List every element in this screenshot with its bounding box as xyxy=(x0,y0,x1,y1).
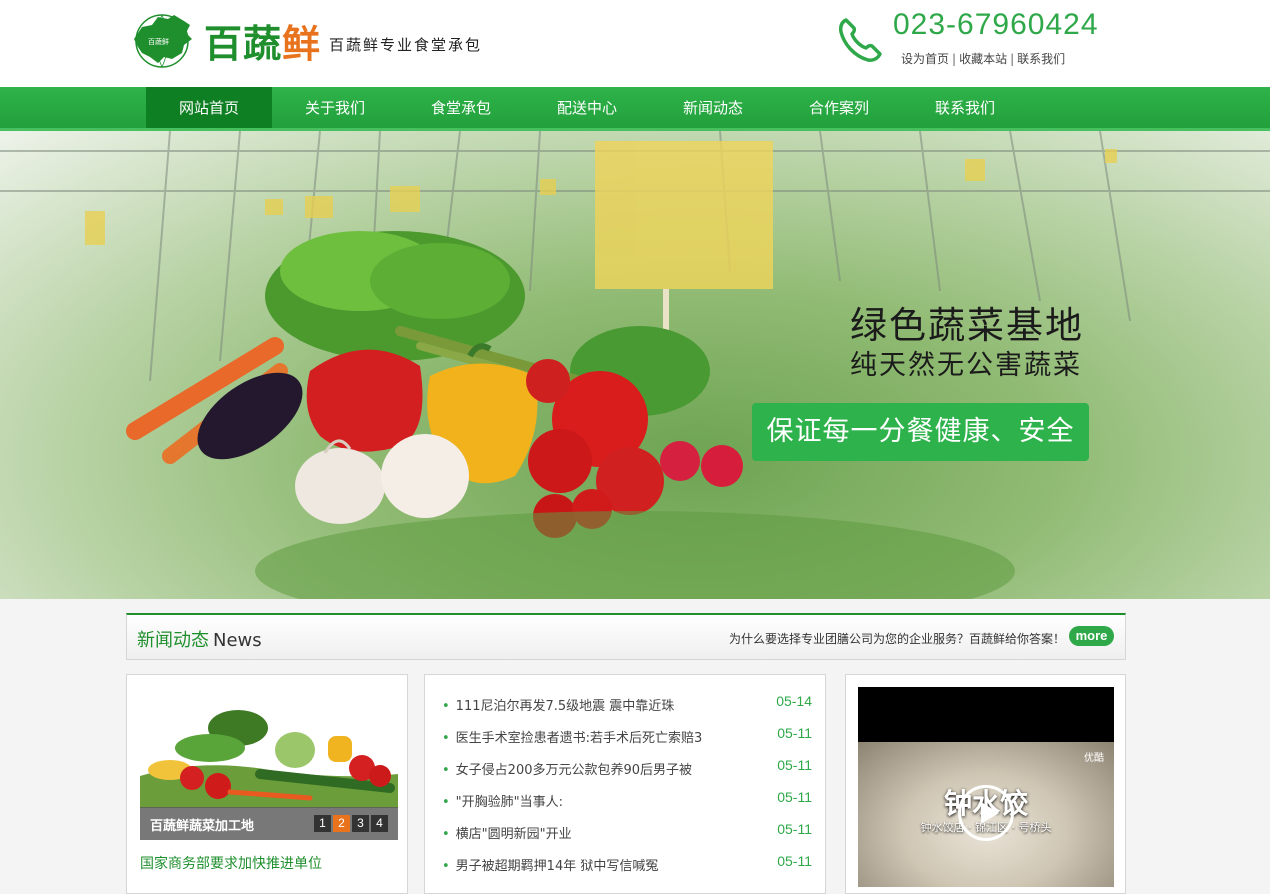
bullet-icon: • xyxy=(442,795,450,810)
play-icon[interactable] xyxy=(958,785,1014,841)
news-date: 05-11 xyxy=(777,853,812,869)
hero-banner[interactable]: 绿色蔬菜基地 纯天然无公害蔬菜 保证每一分餐健康、安全 xyxy=(0,131,1270,599)
phone-icon xyxy=(839,18,882,62)
news-date: 05-11 xyxy=(777,789,812,805)
feature-link[interactable]: 国家商务部要求加快推进单位 xyxy=(140,853,322,873)
pager-item-1[interactable]: 1 xyxy=(314,815,331,832)
news-title[interactable]: 女子侵占200多万元公款包养90后男子被 xyxy=(456,763,692,778)
news-item[interactable]: • 横店"圆明新园"开业 05-11 xyxy=(442,821,812,855)
news-title[interactable]: 男子被超期羁押14年 狱中写信喊冤 xyxy=(456,859,659,874)
bullet-icon: • xyxy=(442,827,450,842)
news-date: 05-11 xyxy=(777,821,812,837)
news-item[interactable]: • 男子被超期羁押14年 狱中写信喊冤 05-11 xyxy=(442,853,812,887)
site-logo[interactable]: 百蔬鲜 百蔬鲜 百蔬鲜专业食堂承包 xyxy=(128,10,508,70)
nav-item-about[interactable]: 关于我们 xyxy=(272,87,398,128)
banner-subtitle: 纯天然无公害蔬菜 xyxy=(850,350,1082,381)
nav-item-delivery[interactable]: 配送中心 xyxy=(524,87,650,128)
news-list-panel: • 111尼泊尔再发7.5级地震 震中靠近珠 05-14 • 医生手术室捡患者遗书:若… xyxy=(424,674,826,894)
video-panel: 优酷 钟水饺 钟水饺店 · 锦江区 · 号桥头 xyxy=(845,674,1126,894)
video-player[interactable]: 优酷 钟水饺 钟水饺店 · 锦江区 · 号桥头 xyxy=(858,687,1114,887)
pager-item-3[interactable]: 3 xyxy=(352,815,369,832)
news-item[interactable]: • 医生手术室捡患者遗书:若手术后死亡索赔3 05-11 xyxy=(442,725,812,759)
news-title[interactable]: 横店"圆明新园"开业 xyxy=(456,827,572,842)
svg-text:百蔬鲜: 百蔬鲜 xyxy=(148,37,169,46)
nav-item-contact[interactable]: 联系我们 xyxy=(902,87,1028,128)
feature-panel: 百蔬鲜蔬菜加工地 1 2 3 4 国家商务部要求加快推进单位 xyxy=(126,674,408,894)
set-homepage-link[interactable]: 设为首页 xyxy=(901,52,949,66)
news-tagline: 为什么要选择专业团膳公司为您的企业服务？百蔬鲜给你答案！ xyxy=(728,632,1065,646)
bullet-icon: • xyxy=(442,763,450,778)
nav-item-cases[interactable]: 合作案列 xyxy=(776,87,902,128)
nav-item-canteen[interactable]: 食堂承包 xyxy=(398,87,524,128)
slide-pager: 1 2 3 4 xyxy=(312,815,388,832)
nav-item-home[interactable]: 网站首页 xyxy=(146,87,272,128)
more-button[interactable]: more xyxy=(1069,626,1114,646)
phone-number: 023-67960424 xyxy=(893,8,1099,41)
bullet-icon: • xyxy=(442,731,450,746)
news-item[interactable]: • 女子侵占200多万元公款包养90后男子被 05-11 xyxy=(442,757,812,791)
news-list: • 111尼泊尔再发7.5级地震 震中靠近珠 05-14 • 医生手术室捡患者遗书:若… xyxy=(442,693,812,887)
news-section-header: 新闻动态 News 为什么要选择专业团膳公司为您的企业服务？百蔬鲜给你答案！ mo… xyxy=(126,613,1126,660)
bullet-icon: • xyxy=(442,699,450,714)
bookmark-link[interactable]: 收藏本站 xyxy=(959,52,1007,66)
news-date: 05-11 xyxy=(777,725,812,741)
pager-item-4[interactable]: 4 xyxy=(371,815,388,832)
news-date: 05-11 xyxy=(777,757,812,773)
pager-item-2[interactable]: 2 xyxy=(333,815,350,832)
nav-item-news[interactable]: 新闻动态 xyxy=(650,87,776,128)
brand-name: 百蔬鲜 xyxy=(204,20,322,66)
feature-caption-bar: 百蔬鲜蔬菜加工地 1 2 3 4 xyxy=(140,807,398,840)
banner-badge: 保证每一分餐健康、安全 xyxy=(752,403,1089,461)
news-title[interactable]: "开胸验肺"当事人: xyxy=(456,795,563,810)
news-date: 05-14 xyxy=(776,693,812,709)
site-header: 百蔬鲜 百蔬鲜 百蔬鲜专业食堂承包 023-67960424 设为首页 | 收藏本站… xyxy=(0,0,1270,87)
news-title[interactable]: 医生手术室捡患者遗书:若手术后死亡索赔3 xyxy=(456,731,703,746)
main-nav: 网站首页 关于我们 食堂承包 配送中心 新闻动态 合作案列 联系我们 xyxy=(0,87,1270,131)
brand-slogan: 百蔬鲜专业食堂承包 xyxy=(329,35,483,54)
bullet-icon: • xyxy=(442,859,450,874)
news-item[interactable]: • 111尼泊尔再发7.5级地震 震中靠近珠 05-14 xyxy=(442,693,812,727)
feature-caption: 百蔬鲜蔬菜加工地 xyxy=(150,819,255,834)
news-item[interactable]: • "开胸验肺"当事人: 05-11 xyxy=(442,789,812,823)
banner-title: 绿色蔬菜基地 xyxy=(850,304,1084,347)
quick-links: 设为首页 | 收藏本站 | 联系我们 xyxy=(901,52,1066,66)
video-watermark: 优酷 xyxy=(1084,753,1104,764)
news-section-title: 新闻动态 News xyxy=(137,630,262,651)
news-title[interactable]: 111尼泊尔再发7.5级地震 震中靠近珠 xyxy=(456,699,675,714)
contact-link[interactable]: 联系我们 xyxy=(1017,52,1065,66)
china-map-icon: 百蔬鲜 xyxy=(134,14,192,68)
